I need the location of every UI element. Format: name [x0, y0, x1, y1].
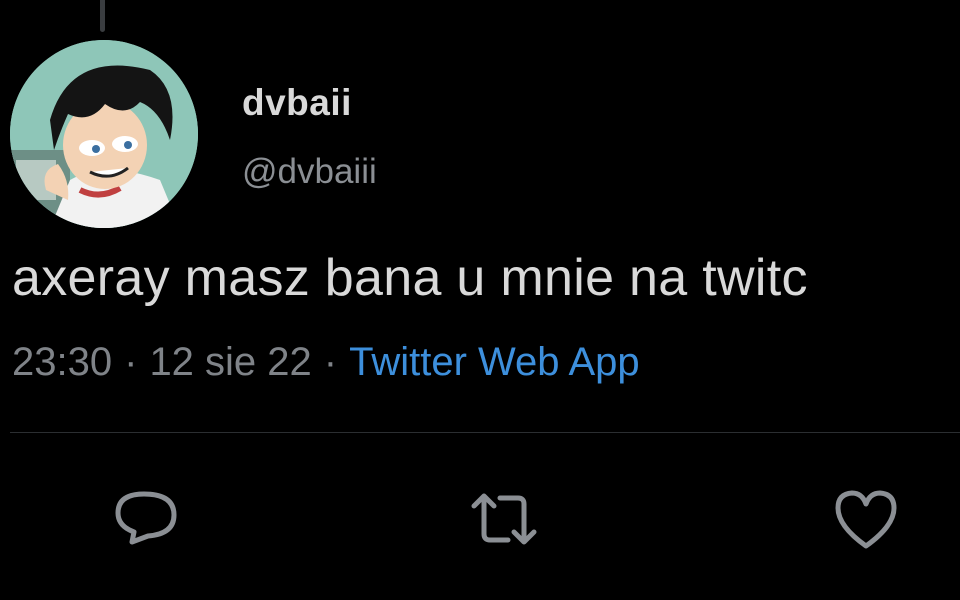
- tweet-source-link[interactable]: Twitter Web App: [349, 340, 640, 384]
- meta-separator: ·: [323, 340, 338, 384]
- tweet-text: axeray masz bana u mnie na twitc: [12, 249, 808, 307]
- reply-icon: [115, 491, 177, 545]
- reply-button[interactable]: [112, 486, 180, 552]
- retweet-button[interactable]: [470, 486, 538, 552]
- divider: [10, 432, 960, 433]
- thread-connector-line: [100, 0, 105, 32]
- tweet-metadata: 23:30 · 12 sie 22 · Twitter Web App: [12, 340, 640, 385]
- avatar-cartoon-image: [10, 40, 198, 228]
- meta-separator: ·: [124, 340, 138, 384]
- avatar[interactable]: [10, 40, 198, 228]
- user-handle[interactable]: @dvbaiii: [242, 152, 377, 192]
- tweet-date[interactable]: 12 sie 22: [149, 340, 311, 384]
- heart-icon: [835, 490, 897, 549]
- like-button[interactable]: [832, 486, 900, 552]
- tweet-time[interactable]: 23:30: [12, 340, 112, 384]
- retweet-icon: [471, 493, 537, 545]
- display-name[interactable]: dvbaii: [242, 82, 352, 124]
